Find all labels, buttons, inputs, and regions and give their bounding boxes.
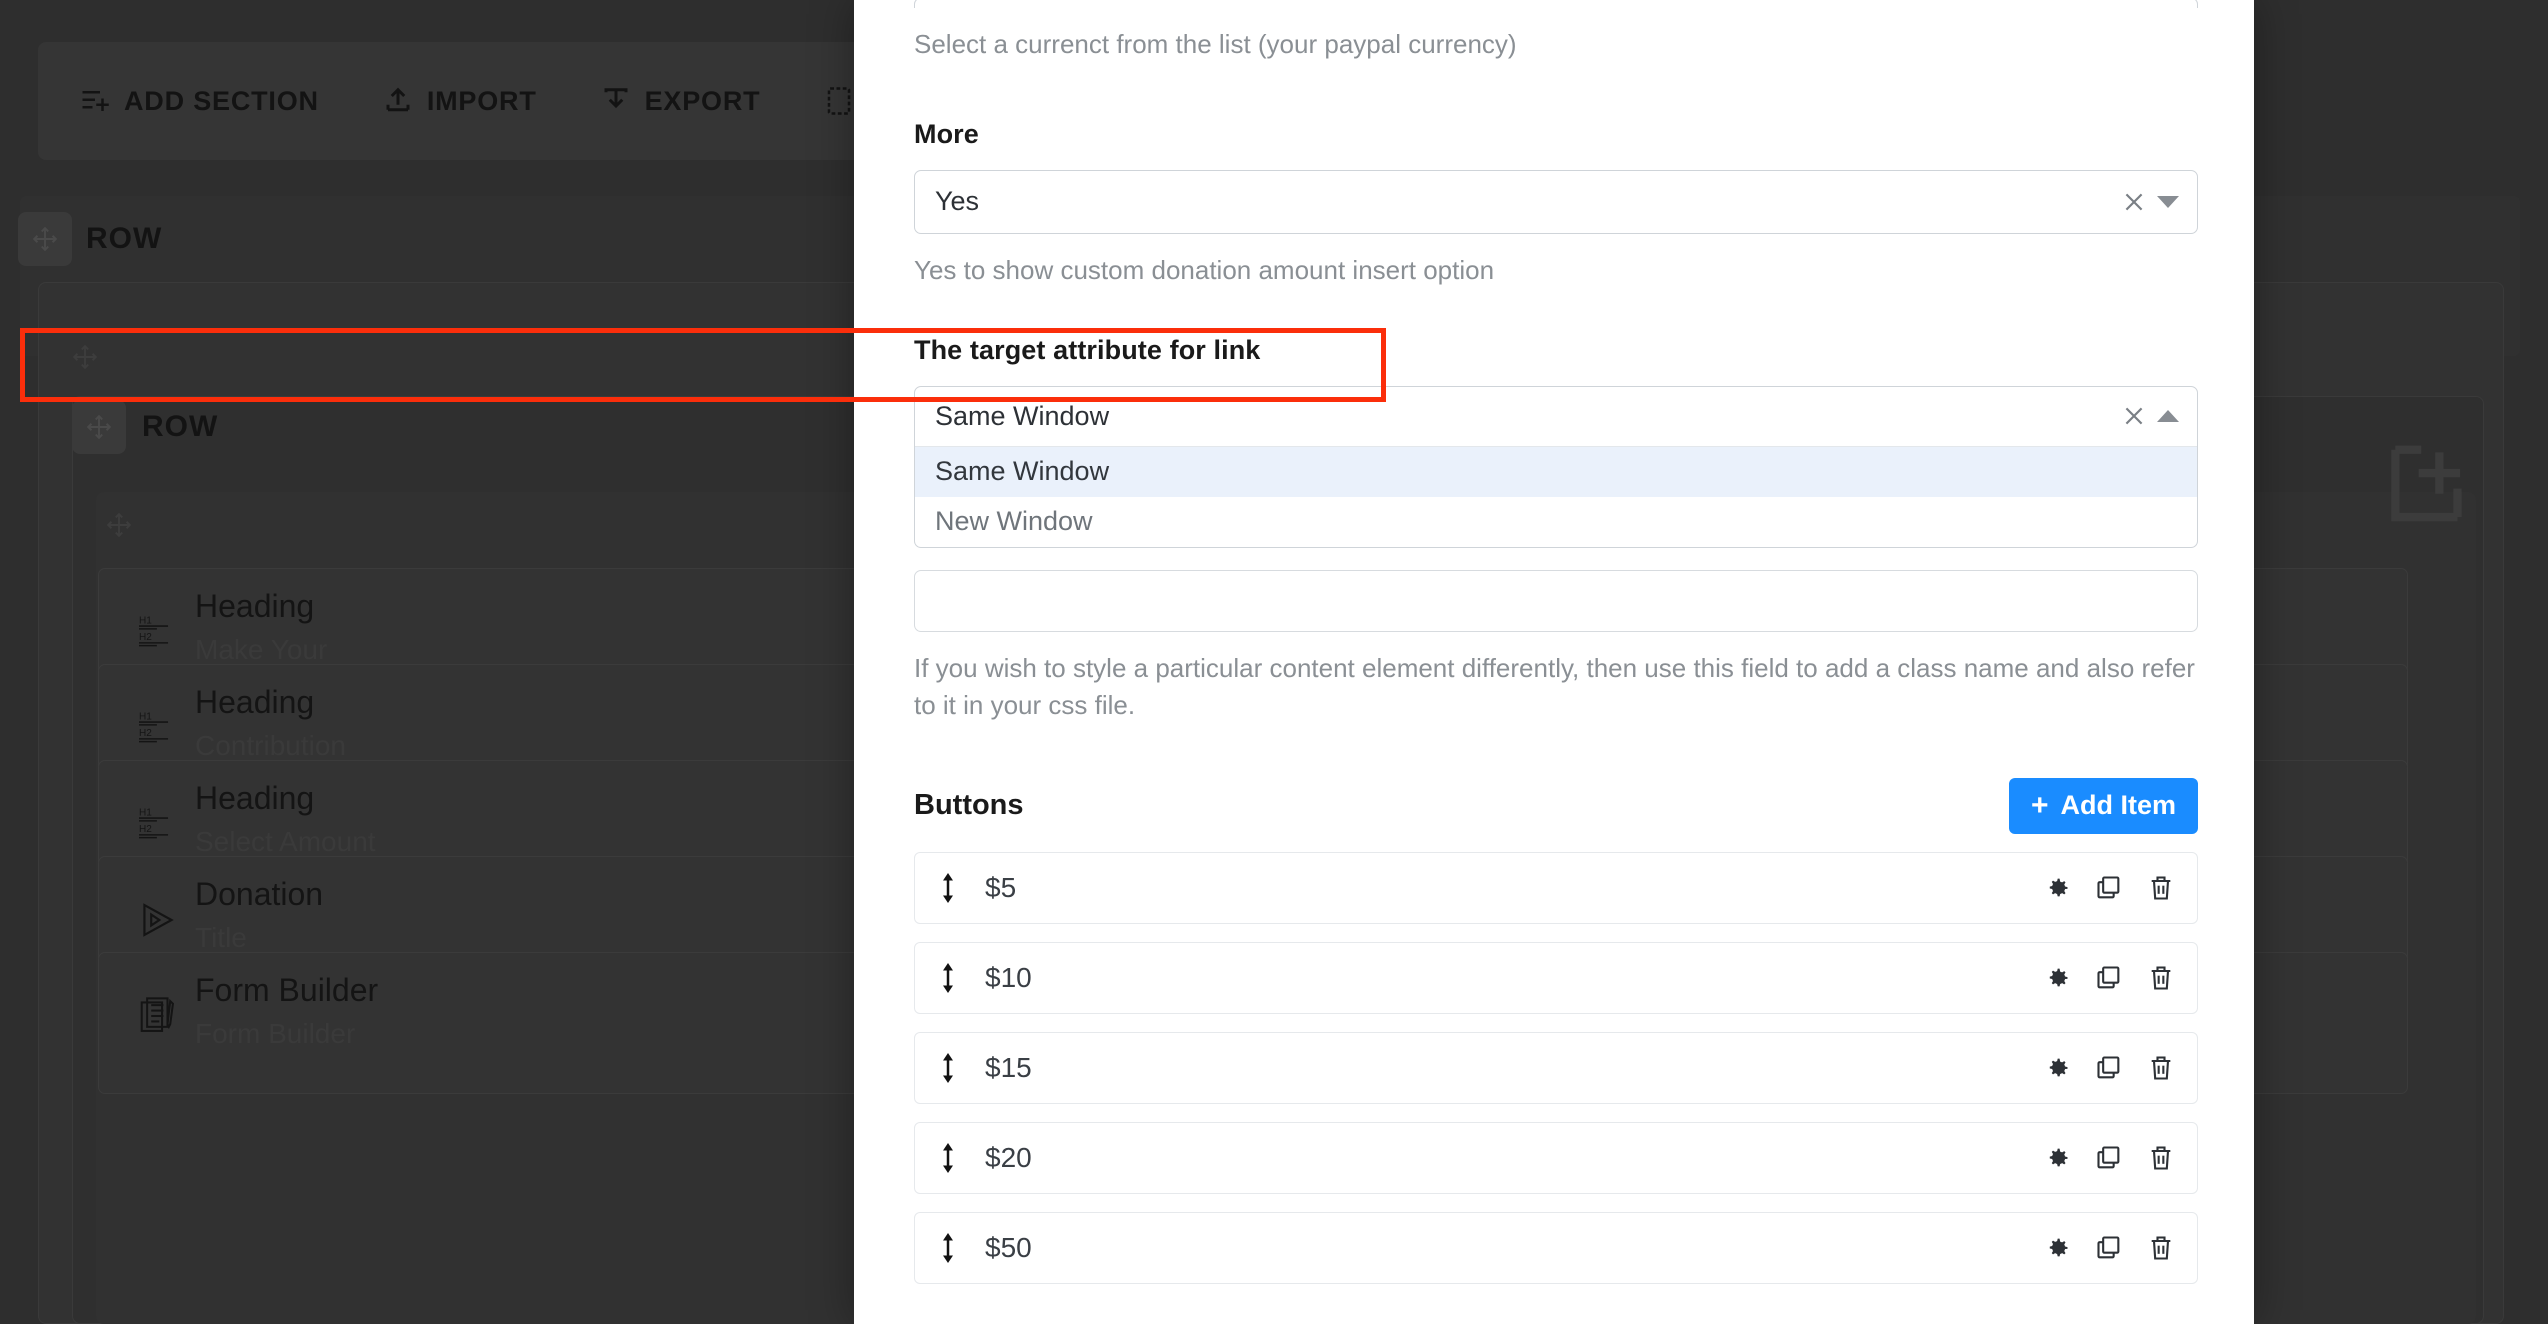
- heading-icon: H1 H2: [139, 709, 177, 747]
- donation-icon: [139, 901, 177, 939]
- drag-vertical-icon[interactable]: [937, 1233, 959, 1263]
- buttons-section: Buttons + Add Item $5 $10 $15 $20 $50: [854, 778, 2254, 1284]
- copy-icon[interactable]: [2095, 1054, 2123, 1082]
- svg-text:H2: H2: [139, 632, 152, 643]
- gear-icon[interactable]: [2043, 1054, 2071, 1082]
- css-class-input[interactable]: [914, 570, 2198, 632]
- add-section-icon: [80, 86, 110, 116]
- currency-select[interactable]: [914, 0, 2198, 8]
- css-class-help-text: If you wish to style a particular conten…: [914, 650, 2198, 724]
- more-label: More: [914, 119, 2198, 150]
- heading-icon: H1 H2: [139, 805, 177, 843]
- svg-text:H1: H1: [139, 615, 152, 626]
- export-icon: [601, 86, 631, 116]
- heading-icon: H1 H2: [139, 613, 177, 651]
- copy-icon[interactable]: [2095, 964, 2123, 992]
- target-field-group: The target attribute for link Same Windo…: [854, 335, 2254, 548]
- button-item-row[interactable]: $50: [914, 1212, 2198, 1284]
- target-select-value: Same Window: [935, 401, 1109, 432]
- button-item-value: $10: [985, 962, 1032, 994]
- drag-vertical-icon[interactable]: [937, 963, 959, 993]
- target-option-new-window[interactable]: New Window: [915, 497, 2197, 547]
- drag-vertical-icon[interactable]: [937, 873, 959, 903]
- page-icon: [824, 86, 854, 116]
- target-option-same-window[interactable]: Same Window: [915, 447, 2197, 497]
- form-builder-icon: [139, 997, 177, 1035]
- button-item-value: $50: [985, 1232, 1032, 1264]
- chevron-up-icon[interactable]: [2157, 410, 2179, 422]
- row-inner-drag-handle[interactable]: [58, 330, 112, 384]
- toolbar-import[interactable]: IMPORT: [383, 86, 537, 117]
- add-item-button-label: Add Item: [2060, 790, 2176, 821]
- more-field-group: More Yes Yes to show custom donation amo…: [854, 119, 2254, 289]
- trash-icon[interactable]: [2147, 1144, 2175, 1172]
- more-select-value: Yes: [935, 186, 979, 217]
- gear-icon[interactable]: [2043, 1144, 2071, 1172]
- trash-icon[interactable]: [2147, 1234, 2175, 1262]
- gear-icon[interactable]: [2043, 1234, 2071, 1262]
- buttons-section-header: Buttons + Add Item: [914, 778, 2198, 834]
- button-item-actions: [2043, 943, 2175, 1013]
- clear-icon[interactable]: [2121, 403, 2147, 429]
- target-select-controls: [2121, 387, 2179, 446]
- more-select-controls: [2121, 171, 2179, 233]
- chevron-down-icon[interactable]: [2157, 196, 2179, 208]
- buttons-list: $5 $10 $15 $20 $50: [914, 852, 2198, 1284]
- toolbar-add-section-label: ADD SECTION: [124, 86, 319, 117]
- button-item-value: $20: [985, 1142, 1032, 1174]
- gear-icon[interactable]: [2043, 874, 2071, 902]
- button-item-value: $5: [985, 872, 1016, 904]
- drag-vertical-icon[interactable]: [937, 1143, 959, 1173]
- toolbar-import-label: IMPORT: [427, 86, 537, 117]
- add-item-button[interactable]: + Add Item: [2009, 778, 2198, 834]
- toolbar-export-label: EXPORT: [645, 86, 761, 117]
- svg-text:H2: H2: [139, 824, 152, 835]
- target-select-head[interactable]: Same Window: [915, 387, 2197, 447]
- row-drag-handle[interactable]: [18, 212, 72, 266]
- add-element-placeholder-icon[interactable]: [2384, 442, 2474, 530]
- trash-icon[interactable]: [2147, 964, 2175, 992]
- svg-text:H1: H1: [139, 711, 152, 722]
- copy-icon[interactable]: [2095, 1144, 2123, 1172]
- trash-icon[interactable]: [2147, 874, 2175, 902]
- more-select[interactable]: Yes: [914, 170, 2198, 234]
- toolbar-export[interactable]: EXPORT: [601, 86, 761, 117]
- button-item-actions: [2043, 853, 2175, 923]
- import-icon: [383, 86, 413, 116]
- button-item-actions: [2043, 1123, 2175, 1193]
- button-item-row[interactable]: $20: [914, 1122, 2198, 1194]
- row-label-outer: ROW: [86, 222, 162, 256]
- button-item-row[interactable]: $5: [914, 852, 2198, 924]
- buttons-section-title: Buttons: [914, 789, 1024, 822]
- clear-icon[interactable]: [2121, 189, 2147, 215]
- toolbar-add-section[interactable]: ADD SECTION: [80, 86, 319, 117]
- copy-icon[interactable]: [2095, 874, 2123, 902]
- more-help-text: Yes to show custom donation amount inser…: [914, 252, 2198, 289]
- currency-help-text: Select a currenct from the list (your pa…: [914, 26, 2198, 63]
- target-select-open[interactable]: Same Window Same Window New Window: [914, 386, 2198, 548]
- copy-icon[interactable]: [2095, 1234, 2123, 1262]
- button-item-row[interactable]: $10: [914, 942, 2198, 1014]
- button-item-actions: [2043, 1213, 2175, 1283]
- button-item-actions: [2043, 1033, 2175, 1103]
- css-class-field-group: If you wish to style a particular conten…: [854, 570, 2254, 724]
- target-label: The target attribute for link: [914, 335, 2198, 366]
- button-item-value: $15: [985, 1052, 1032, 1084]
- row-label-inner: ROW: [142, 410, 218, 444]
- svg-text:H2: H2: [139, 728, 152, 739]
- element-settings-panel: Select a currenct from the list (your pa…: [854, 0, 2254, 1324]
- button-item-row[interactable]: $15: [914, 1032, 2198, 1104]
- gear-icon[interactable]: [2043, 964, 2071, 992]
- plus-icon: +: [2031, 791, 2049, 821]
- row-inner2-drag-handle[interactable]: [72, 400, 126, 454]
- currency-field-group: Select a currenct from the list (your pa…: [854, 0, 2254, 63]
- svg-text:H1: H1: [139, 807, 152, 818]
- drag-vertical-icon[interactable]: [937, 1053, 959, 1083]
- column-drag-handle[interactable]: [92, 498, 146, 552]
- trash-icon[interactable]: [2147, 1054, 2175, 1082]
